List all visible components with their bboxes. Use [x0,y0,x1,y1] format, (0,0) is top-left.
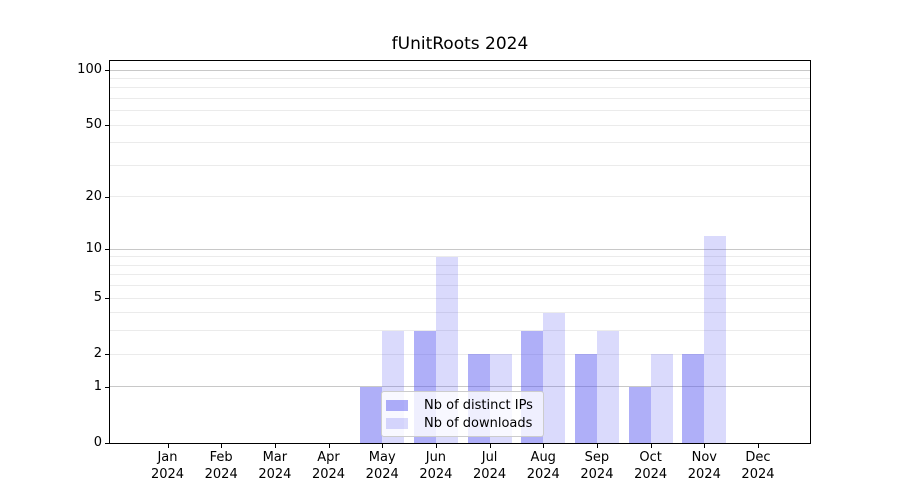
figure: fUnitRoots 2024 Nb of distinct IPs Nb of… [0,0,900,500]
y-tick-label-10: 10 [58,241,102,257]
x-tick-label-aug: Aug 2024 [516,449,570,483]
x-tick-feb [221,444,222,448]
y-tick-label-2: 2 [58,346,102,362]
legend-label-distinct-ips: Nb of distinct IPs [424,398,533,413]
x-tick-jan [168,444,169,448]
legend-swatch-downloads [386,418,408,429]
legend-swatch-distinct-ips [386,400,408,411]
x-tick-label-apr: Apr 2024 [302,449,356,483]
y-tick-20 [105,197,110,198]
y-tick-50 [105,125,110,126]
x-tick-nov [704,444,705,448]
x-tick-apr [329,444,330,448]
y-tick-label-50: 50 [58,117,102,133]
x-tick-label-sep: Sep 2024 [570,449,624,483]
x-tick-label-jun: Jun 2024 [409,449,463,483]
bar-nb-of-distinct-ips-oct [629,387,651,443]
bar-nb-of-distinct-ips-nov [682,354,704,443]
gridline-major-100 [110,70,810,71]
gridline-minor-90 [110,78,810,79]
gridline-minor-60 [110,110,810,111]
y-tick-label-100: 100 [58,62,102,78]
gridline-minor-50 [110,125,810,126]
y-tick-0 [105,443,110,444]
gridline-minor-20 [110,196,810,197]
x-tick-jul [490,444,491,448]
y-tick-5 [105,298,110,299]
bar-nb-of-downloads-oct [651,354,673,443]
gridline-minor-30 [110,165,810,166]
x-tick-oct [651,444,652,448]
x-tick-label-mar: Mar 2024 [248,449,302,483]
x-tick-label-jan: Jan 2024 [141,449,195,483]
chart-title: fUnitRoots 2024 [110,34,810,54]
y-tick-2 [105,354,110,355]
x-tick-label-oct: Oct 2024 [624,449,678,483]
bar-nb-of-downloads-aug [543,313,565,443]
bar-nb-of-downloads-nov [704,236,726,443]
legend-label-downloads: Nb of downloads [424,416,532,431]
x-tick-mar [275,444,276,448]
y-tick-label-20: 20 [58,189,102,205]
y-tick-label-5: 5 [58,290,102,306]
plot-area [109,60,811,444]
bar-nb-of-distinct-ips-sep [575,354,597,443]
y-tick-100 [105,70,110,71]
y-tick-1 [105,387,110,388]
legend: Nb of distinct IPs Nb of downloads [381,391,544,437]
y-tick-label-1: 1 [58,379,102,395]
bar-nb-of-downloads-sep [597,331,619,443]
x-tick-label-may: May 2024 [355,449,409,483]
x-tick-aug [543,444,544,448]
x-tick-label-dec: Dec 2024 [731,449,785,483]
x-tick-may [382,444,383,448]
x-tick-label-jul: Jul 2024 [463,449,517,483]
gridline-minor-80 [110,87,810,88]
gridline-minor-70 [110,98,810,99]
x-tick-sep [597,444,598,448]
x-tick-label-feb: Feb 2024 [194,449,248,483]
x-tick-dec [758,444,759,448]
legend-item-distinct-ips: Nb of distinct IPs [386,397,537,413]
x-tick-jun [436,444,437,448]
gridline-minor-40 [110,142,810,143]
bar-nb-of-distinct-ips-may [360,387,382,443]
x-tick-label-nov: Nov 2024 [677,449,731,483]
y-tick-label-0: 0 [58,435,102,451]
y-tick-10 [105,249,110,250]
legend-item-downloads: Nb of downloads [386,415,537,431]
